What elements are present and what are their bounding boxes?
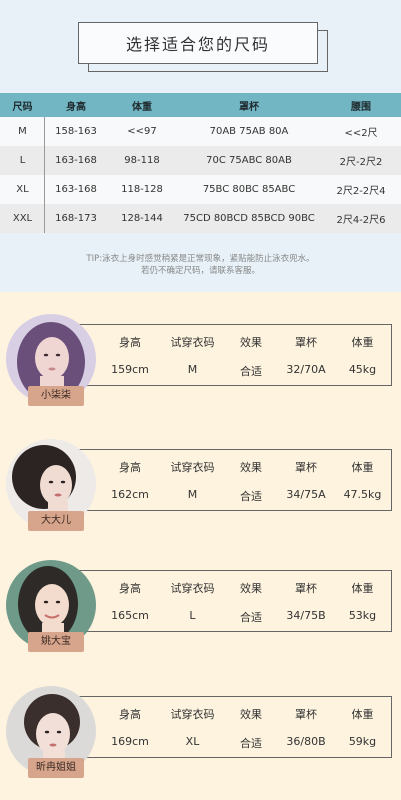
cell-weight: <<97 [127,126,157,137]
tip-line-2: 若仍不确定尺码，请联系客服。 [140,266,260,276]
label-fit: 效果 [240,336,262,349]
cell-size: XL [16,184,29,195]
table-header: 尺码 身高 体重 罩杯 腰围 [0,93,401,117]
model-stat-values: 159cm M 合适 32/70A 45kg [100,363,390,379]
cell-cup: 75CD 80BCD 85BCD 90BC [183,213,315,224]
cell-waist: 2尺2-2尺4 [336,186,386,197]
cell-height: 168-173 [55,213,97,224]
label-fit: 效果 [240,582,262,595]
model-name-tag: 小柒柒 [28,386,84,406]
model-reference-section: 小柒柒 身高 试穿衣码 效果 罩杯 体重 159cm M 合适 32/70A 4… [0,292,401,800]
value-fit: 合适 [240,365,262,378]
model-stat-labels: 身高 试穿衣码 效果 罩杯 体重 [100,706,390,722]
model-card: 大大儿 身高 试穿衣码 效果 罩杯 体重 162cm M 合适 34/75A 4… [0,439,401,534]
model-stat-values: 165cm L 合适 34/75B 53kg [100,609,390,625]
cell-waist: <<2尺 [344,128,378,139]
value-cup: 34/75B [286,609,326,622]
header-size: 尺码 [12,101,33,113]
label-height: 身高 [119,461,141,474]
header-weight: 体重 [132,101,152,113]
label-size-tried: 试穿衣码 [170,461,215,474]
model-stat-labels: 身高 试穿衣码 效果 罩杯 体重 [100,580,390,596]
table-row: M 158-163 <<97 70AB 75AB 80A <<2尺 [0,117,401,146]
cell-weight: 98-118 [124,155,160,166]
value-size-tried: M [187,363,198,376]
value-cup: 32/70A [286,363,326,376]
cell-weight: 128-144 [121,213,163,224]
tip-text: TIP:泳衣上身时感觉稍紧是正常现象，紧贴能防止泳衣兜水。 若仍不确定尺码，请联… [0,253,401,277]
label-cup: 罩杯 [295,461,317,474]
cell-weight: 118-128 [121,184,163,195]
table-row: L 163-168 98-118 70C 75ABC 80AB 2尺-2尺2 [0,146,401,175]
label-height: 身高 [119,708,141,721]
value-height: 169cm [111,735,149,748]
page-title: 选择适合您的尺码 [78,22,318,64]
model-card: 姚大宝 身高 试穿衣码 效果 罩杯 体重 165cm L 合适 34/75B 5… [0,560,401,655]
table-row: XL 163-168 118-128 75BC 80BC 85ABC 2尺2-2… [0,175,401,204]
label-height: 身高 [119,336,141,349]
value-weight: 45kg [348,363,377,376]
value-height: 162cm [111,488,149,501]
model-stat-values: 162cm M 合适 34/75A 47.5kg [100,488,390,504]
cell-cup: 70C 75ABC 80AB [206,155,292,166]
size-guide-section: 选择适合您的尺码 尺码 身高 体重 罩杯 腰围 M 158-163 <<97 7… [0,0,401,292]
cell-size: XXL [12,213,33,224]
value-cup: 34/75A [286,488,326,501]
value-weight: 53kg [348,609,377,622]
cell-height: 163-168 [55,155,97,166]
tip-line-1: TIP:泳衣上身时感觉稍紧是正常现象，紧贴能防止泳衣兜水。 [86,254,315,264]
label-weight: 体重 [351,708,374,721]
cell-height: 158-163 [55,126,97,137]
cell-height: 163-168 [55,184,97,195]
table-row: XXL 168-173 128-144 75CD 80BCD 85BCD 90B… [0,204,401,233]
model-name-tag: 姚大宝 [28,632,84,652]
label-size-tried: 试穿衣码 [170,582,215,595]
label-size-tried: 试穿衣码 [170,336,215,349]
label-fit: 效果 [240,461,262,474]
value-weight: 47.5kg [343,488,382,501]
value-cup: 36/80B [286,735,326,748]
cell-waist: 2尺4-2尺6 [336,215,386,226]
model-card: 小柒柒 身高 试穿衣码 效果 罩杯 体重 159cm M 合适 32/70A 4… [0,314,401,409]
cell-size: L [19,155,26,166]
label-fit: 效果 [240,708,262,721]
label-height: 身高 [119,582,141,595]
value-height: 165cm [111,609,149,622]
header-cup: 罩杯 [239,101,259,113]
model-stat-labels: 身高 试穿衣码 效果 罩杯 体重 [100,459,390,475]
value-fit: 合适 [240,611,262,624]
label-size-tried: 试穿衣码 [170,708,215,721]
label-cup: 罩杯 [295,336,317,349]
cell-cup: 70AB 75AB 80A [209,126,289,137]
label-cup: 罩杯 [295,582,317,595]
header-waist: 腰围 [351,101,371,113]
value-size-tried: L [189,609,196,622]
model-name-tag: 大大儿 [28,511,84,531]
value-weight: 59kg [348,735,377,748]
cell-size: M [18,126,27,137]
header-height: 身高 [66,101,86,113]
table-column-divider [44,117,45,233]
label-weight: 体重 [351,582,374,595]
value-size-tried: XL [185,735,200,748]
model-stat-values: 169cm XL 合适 36/80B 59kg [100,735,390,751]
value-fit: 合适 [240,490,262,503]
label-weight: 体重 [351,461,374,474]
model-name-tag: 昕冉姐姐 [28,758,84,778]
model-card: 昕冉姐姐 身高 试穿衣码 效果 罩杯 体重 169cm XL 合适 36/80B… [0,686,401,781]
value-height: 159cm [111,363,149,376]
value-size-tried: M [187,488,198,501]
label-cup: 罩杯 [295,708,317,721]
label-weight: 体重 [351,336,374,349]
cell-waist: 2尺-2尺2 [339,157,383,168]
size-table: 尺码 身高 体重 罩杯 腰围 M 158-163 <<97 70AB 75AB … [0,93,401,233]
value-fit: 合适 [240,737,262,750]
cell-cup: 75BC 80BC 85ABC [202,184,296,195]
model-stat-labels: 身高 试穿衣码 效果 罩杯 体重 [100,334,390,350]
